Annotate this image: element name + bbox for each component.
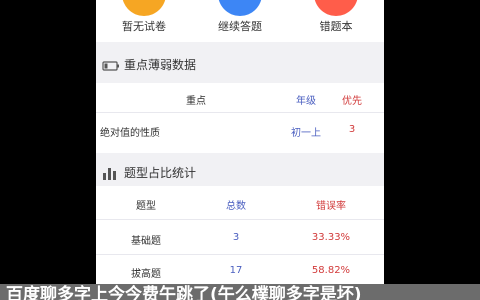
table-row[interactable]: 基础题 3 33.33% [96, 221, 384, 255]
app-screen: 暂无试卷 继续答题 错题本 重点薄弱数据 重点 年级 优先 绝对值的性质 初一上… [96, 0, 384, 300]
caption-text: 百度聊多字上今今费午跳了(午么樸聊多字是坏) [6, 285, 362, 300]
caption-bar: 百度聊多字上今今费午跳了(午么樸聊多字是坏) [0, 284, 480, 300]
table-row[interactable]: 拔高题 17 58.82% [96, 256, 384, 286]
wrong-book-label: 错题本 [319, 20, 353, 33]
header-type: 题型 [136, 201, 156, 212]
battery-icon [102, 57, 120, 76]
stats-table: 题型 总数 错误率 基础题 3 33.33% 拔高题 17 58.82% [96, 186, 384, 286]
table-row[interactable]: 绝对值的性质 初一上 3 [96, 114, 384, 144]
type-error-rate: 33.33% [311, 232, 351, 243]
stats-title: 题型占比统计 [124, 166, 197, 180]
type-name: 拔高题 [131, 269, 161, 280]
quick-actions: 暂无试卷 继续答题 错题本 [96, 0, 384, 42]
table-header-row: 题型 总数 错误率 [96, 186, 384, 220]
continue-answer-label: 继续答题 [218, 20, 262, 33]
header-total: 总数 [226, 201, 246, 212]
type-total: 3 [232, 232, 240, 243]
header-point: 重点 [186, 96, 206, 107]
point-name: 绝对值的性质 [100, 128, 160, 139]
wrong-book-button[interactable]: 错题本 [288, 0, 384, 42]
type-total: 17 [229, 265, 243, 276]
screen: 暂无试卷 继续答题 错题本 重点薄弱数据 重点 年级 优先 绝对值的性质 初一上… [0, 0, 480, 300]
point-grade: 初一上 [291, 128, 321, 139]
continue-icon [218, 0, 262, 16]
header-priority: 优先 [342, 96, 362, 107]
weak-points-title: 重点薄弱数据 [124, 58, 197, 72]
type-error-rate: 58.82% [311, 265, 351, 276]
weak-points-table: 重点 年级 优先 绝对值的性质 初一上 3 [96, 83, 384, 153]
continue-answer-button[interactable]: 继续答题 [192, 0, 288, 42]
wrong-book-icon [314, 0, 358, 16]
header-error-rate: 错误率 [316, 201, 346, 212]
table-header-row: 重点 年级 优先 [96, 83, 384, 113]
point-priority: 3 [348, 124, 356, 135]
type-name: 基础题 [131, 236, 161, 247]
header-grade: 年级 [296, 96, 316, 107]
no-paper-label: 暂无试卷 [122, 20, 166, 33]
no-paper-button[interactable]: 暂无试卷 [96, 0, 192, 42]
paper-icon [122, 0, 166, 16]
bar-chart-icon [102, 165, 120, 184]
weak-points-header: 重点薄弱数据 [96, 45, 384, 83]
